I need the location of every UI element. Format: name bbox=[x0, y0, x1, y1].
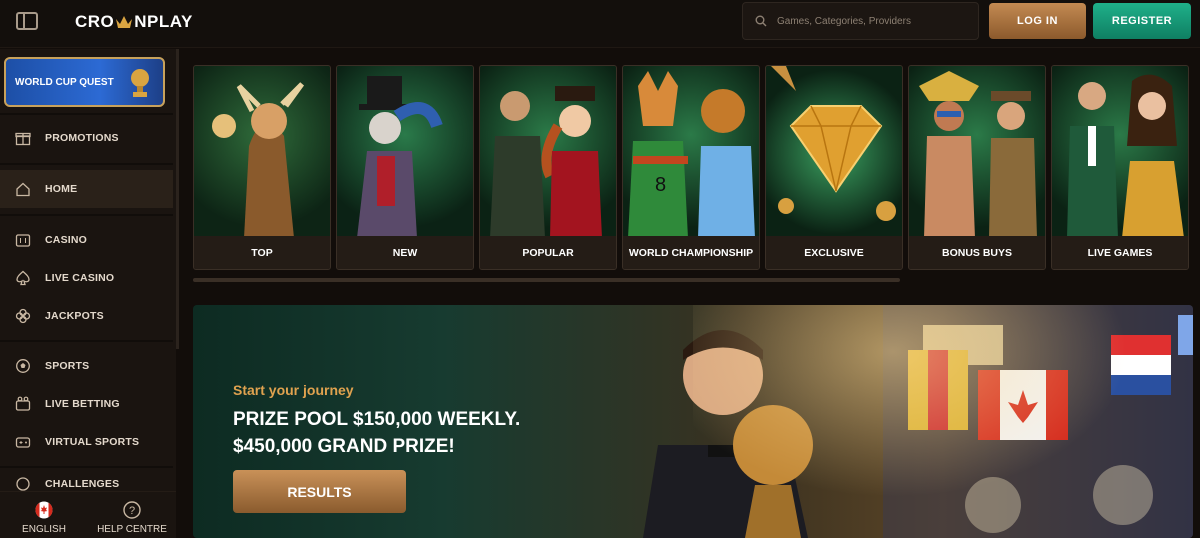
category-image: 8 bbox=[623, 66, 759, 238]
sidebar-divider bbox=[0, 466, 173, 468]
sidebar-item-label: PROMOTIONS bbox=[45, 132, 119, 144]
sidebar-item-sports[interactable]: SPORTS bbox=[0, 347, 173, 385]
sidebar-item-home[interactable]: HOME bbox=[0, 170, 173, 208]
sidebar-item-label: LIVE CASINO bbox=[45, 272, 115, 284]
gamepad-icon bbox=[14, 433, 32, 451]
svg-text:8: 8 bbox=[655, 174, 666, 196]
sidebar-item-casino[interactable]: CASINO bbox=[0, 221, 173, 259]
sidebar-scrollbar[interactable] bbox=[176, 49, 179, 349]
gift-icon bbox=[14, 129, 32, 147]
category-carousel-scrollbar[interactable] bbox=[193, 278, 900, 282]
sidebar-divider bbox=[0, 214, 173, 216]
search-input[interactable] bbox=[777, 15, 967, 27]
sidebar-divider bbox=[0, 340, 173, 342]
results-button[interactable]: RESULTS bbox=[233, 470, 406, 513]
banner-title: PRIZE POOL $150,000 WEEKLY. $450,000 GRA… bbox=[233, 406, 563, 460]
category-tile-top[interactable]: TOP bbox=[193, 65, 331, 270]
category-image bbox=[909, 66, 1045, 238]
help-label: HELP CENTRE bbox=[97, 524, 167, 535]
category-image bbox=[766, 66, 902, 238]
category-tile-exclusive[interactable]: EXCLUSIVE bbox=[765, 65, 903, 270]
login-button[interactable]: LOG IN bbox=[989, 3, 1086, 39]
category-label: LIVE GAMES bbox=[1052, 236, 1188, 269]
category-tile-new[interactable]: NEW bbox=[336, 65, 474, 270]
sidebar-item-label: JACKPOTS bbox=[45, 310, 104, 322]
sidebar-item-live-betting[interactable]: LIVE BETTING bbox=[0, 385, 173, 423]
spade-icon bbox=[14, 269, 32, 287]
sidebar-toggle-icon[interactable] bbox=[16, 12, 38, 30]
sidebar: WORLD CUP QUEST PROMOTIONS HOME CASINO L… bbox=[0, 49, 176, 538]
category-label: BONUS BUYS bbox=[909, 236, 1045, 269]
help-centre-button[interactable]: ? HELP CENTRE bbox=[88, 492, 176, 538]
clover-icon bbox=[14, 307, 32, 325]
language-selector[interactable]: ENGLISH bbox=[0, 492, 88, 538]
top-bar: CRO NPLAY LOG IN REGISTER bbox=[0, 0, 1200, 48]
sidebar-item-label: CASINO bbox=[45, 234, 88, 246]
canada-flag-icon bbox=[35, 501, 53, 519]
trophy-icon bbox=[131, 69, 149, 97]
banner-title-line1: PRIZE POOL $150,000 WEEKLY. bbox=[233, 409, 521, 430]
sidebar-item-promotions[interactable]: PROMOTIONS bbox=[0, 119, 173, 157]
banner-title-line2: $450,000 GRAND PRIZE! bbox=[233, 436, 455, 457]
sidebar-item-jackpots[interactable]: JACKPOTS bbox=[0, 297, 173, 335]
category-image bbox=[1052, 66, 1188, 238]
register-button[interactable]: REGISTER bbox=[1093, 3, 1191, 39]
category-tile-world-championship[interactable]: 8 WORLD CHAMPIONSHIP bbox=[622, 65, 760, 270]
help-icon: ? bbox=[123, 501, 141, 519]
category-tile-popular[interactable]: POPULAR bbox=[479, 65, 617, 270]
sidebar-item-label: SPORTS bbox=[45, 360, 90, 372]
category-label: POPULAR bbox=[480, 236, 616, 269]
category-label: TOP bbox=[194, 236, 330, 269]
home-icon bbox=[14, 180, 32, 198]
sidebar-divider bbox=[0, 163, 173, 165]
category-label: NEW bbox=[337, 236, 473, 269]
category-tile-bonus-buys[interactable]: BONUS BUYS bbox=[908, 65, 1046, 270]
category-label: WORLD CHAMPIONSHIP bbox=[623, 236, 759, 269]
svg-text:?: ? bbox=[129, 505, 135, 517]
sidebar-footer: ENGLISH ? HELP CENTRE bbox=[0, 491, 176, 538]
search-box[interactable] bbox=[742, 2, 979, 40]
stadium-lights bbox=[693, 305, 1193, 538]
promo-banner: Start your journey PRIZE POOL $150,000 W… bbox=[193, 305, 1193, 538]
category-tile-live-games[interactable]: LIVE GAMES bbox=[1051, 65, 1189, 270]
sidebar-item-label: LIVE BETTING bbox=[45, 398, 120, 410]
world-cup-quest-banner[interactable]: WORLD CUP QUEST bbox=[4, 57, 165, 107]
category-image bbox=[480, 66, 616, 238]
search-icon bbox=[755, 15, 767, 27]
category-image bbox=[337, 66, 473, 238]
sidebar-item-virtual-sports[interactable]: VIRTUAL SPORTS bbox=[0, 423, 173, 461]
banner-subtitle: Start your journey bbox=[233, 382, 354, 398]
category-image bbox=[194, 66, 330, 238]
category-label: EXCLUSIVE bbox=[766, 236, 902, 269]
crown-icon bbox=[116, 16, 133, 28]
crownplay-logo[interactable]: CRO NPLAY bbox=[75, 12, 193, 32]
sidebar-item-live-casino[interactable]: LIVE CASINO bbox=[0, 259, 173, 297]
sidebar-divider bbox=[0, 113, 173, 115]
logo-text-right: NPLAY bbox=[134, 12, 193, 31]
sidebar-item-label: VIRTUAL SPORTS bbox=[45, 436, 140, 448]
ball-icon bbox=[14, 357, 32, 375]
live-betting-icon bbox=[14, 395, 32, 413]
sidebar-item-label: HOME bbox=[45, 183, 78, 195]
slot-machine-icon bbox=[14, 231, 32, 249]
logo-text-left: CRO bbox=[75, 12, 115, 31]
quest-label: WORLD CUP QUEST bbox=[15, 76, 114, 88]
sidebar-item-label: CHALLENGES bbox=[45, 478, 120, 490]
language-label: ENGLISH bbox=[22, 524, 66, 535]
category-carousel: TOP NEW POPULAR 8 WORLD CHAMPIONSHIP EXC… bbox=[193, 65, 1193, 270]
